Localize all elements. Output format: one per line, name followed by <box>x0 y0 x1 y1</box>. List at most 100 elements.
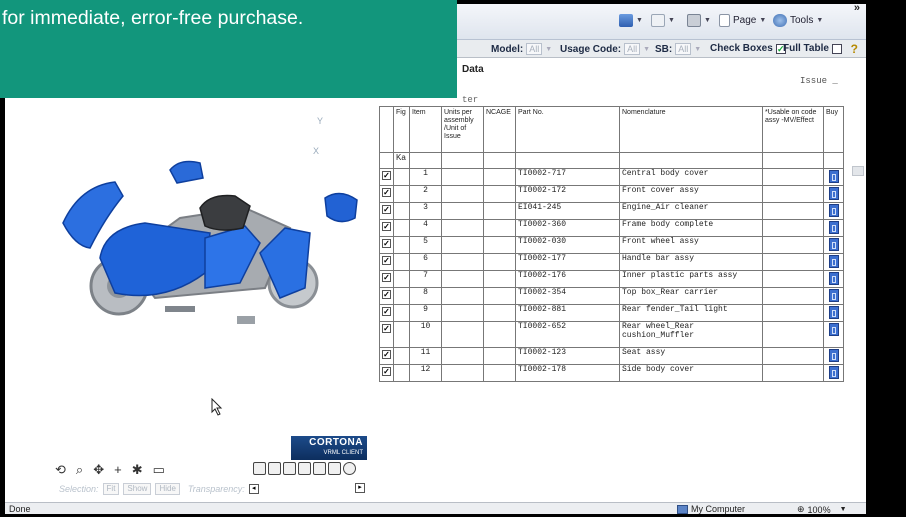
view-bottom-icon[interactable] <box>328 462 341 475</box>
full-table-checkbox[interactable] <box>831 43 842 54</box>
fig-cell <box>393 185 410 203</box>
toolbar-overflow-chevron[interactable]: » <box>854 4 860 14</box>
table-row[interactable]: ✓ 6 TI0002-177 Handle bar assy <box>379 253 844 271</box>
row-checkbox: ✓ <box>379 304 394 322</box>
fit-button[interactable]: Fit <box>102 483 120 495</box>
transparency-slider-right[interactable]: ▸ <box>355 483 365 493</box>
buy-button[interactable] <box>828 349 839 362</box>
buy-button[interactable] <box>828 272 839 285</box>
tools-menu-label: Tools <box>790 15 814 26</box>
row-checkbox-box[interactable]: ✓ <box>382 222 391 231</box>
buy-cell <box>823 219 844 237</box>
caption-banner: for immediate, error-free purchase. <box>0 0 457 98</box>
ncage-cell <box>483 236 516 254</box>
zoom-icon: ⊕ <box>797 504 805 514</box>
table-row[interactable]: ✓ 7 TI0002-176 Inner plastic parts assy <box>379 270 844 288</box>
hide-button[interactable]: Hide <box>155 483 180 495</box>
help-icon[interactable]: ? <box>851 42 858 56</box>
view-right-icon[interactable] <box>298 462 311 475</box>
view-back-icon[interactable] <box>268 462 281 475</box>
row-checkbox-box[interactable]: ✓ <box>382 188 391 197</box>
row-checkbox-box[interactable]: ✓ <box>382 367 391 376</box>
buy-button[interactable] <box>828 204 839 217</box>
buy-button[interactable] <box>828 323 839 336</box>
zoom-control[interactable]: ⊕ 100% ▼ <box>797 504 847 514</box>
show-button[interactable]: Show <box>123 483 152 495</box>
study-icon[interactable]: ✱ <box>132 463 143 477</box>
handle-bar[interactable] <box>324 192 358 223</box>
tools-menu[interactable]: Tools ▼ <box>773 14 823 27</box>
buy-button[interactable] <box>828 366 839 379</box>
buy-button[interactable] <box>828 170 839 183</box>
table-row[interactable]: ✓ 1 TI0002-717 Central body cover <box>379 168 844 186</box>
fit-view-icon[interactable]: ▭ <box>153 463 165 477</box>
row-checkbox-box[interactable]: ✓ <box>382 350 391 359</box>
ncage-cell <box>483 253 516 271</box>
table-row[interactable]: ✓ 3 EI041-245 Engine_Air cleaner <box>379 202 844 220</box>
buy-cell <box>823 202 844 220</box>
view-top-icon[interactable] <box>313 462 326 475</box>
scroll-arrow[interactable] <box>852 166 864 176</box>
print-button[interactable]: ▼ <box>687 14 711 27</box>
partno-cell: TI0002-360 <box>515 219 620 237</box>
pan-icon[interactable]: ✥ <box>93 463 104 477</box>
row-checkbox-box[interactable]: ✓ <box>382 273 391 282</box>
seat[interactable] <box>199 194 251 231</box>
engine-part[interactable] <box>165 306 195 312</box>
buy-button[interactable] <box>828 221 839 234</box>
row-checkbox: ✓ <box>379 364 394 382</box>
view-reset-icon[interactable] <box>343 462 356 475</box>
row-checkbox-box[interactable]: ✓ <box>382 324 391 333</box>
usage-code-select[interactable]: All <box>624 43 641 55</box>
item-cell: 1 <box>409 168 442 186</box>
partno-cell: TI0002-030 <box>515 236 620 254</box>
table-row[interactable]: ✓ 9 TI0002-881 Rear fender_Tail light <box>379 304 844 322</box>
navigation-toolbar: ⟲ ⌕ ✥ + ✱ ▭ <box>55 462 165 478</box>
fig-cell <box>393 287 410 305</box>
goto-icon[interactable]: + <box>114 463 122 477</box>
col-partno-header: Part No. <box>515 106 620 153</box>
vrml-3d-viewer[interactable]: Y X CORTONA VRML CLIENT ⟲ ⌕ ✥ + ✱ ▭ Sele… <box>5 58 371 496</box>
view-left-icon[interactable] <box>283 462 296 475</box>
row-checkbox-box[interactable]: ✓ <box>382 290 391 299</box>
sb-select[interactable]: All <box>675 43 692 55</box>
top-box[interactable] <box>169 160 204 184</box>
issue-label: Issue _ <box>800 76 838 86</box>
item-cell: 2 <box>409 185 442 203</box>
buy-cell <box>823 236 844 254</box>
buy-button[interactable] <box>828 255 839 268</box>
table-row[interactable]: ✓ 12 TI0002-178 Side body cover <box>379 364 844 382</box>
buy-button[interactable] <box>828 306 839 319</box>
exploded-scooter-model[interactable] <box>5 58 371 418</box>
buy-button[interactable] <box>828 289 839 302</box>
row-checkbox-box[interactable]: ✓ <box>382 239 391 248</box>
page-menu[interactable]: Page ▼ <box>719 14 766 27</box>
transparency-slider-left[interactable]: ◂ <box>248 484 259 494</box>
axis-y-label: Y <box>317 116 324 126</box>
zoom-level: 100% <box>807 504 831 515</box>
row-checkbox-box[interactable]: ✓ <box>382 171 391 180</box>
row-checkbox-box[interactable]: ✓ <box>382 256 391 265</box>
table-row[interactable]: ✓ 8 TI0002-354 Top box_Rear carrier <box>379 287 844 305</box>
table-row[interactable]: ✓ 11 TI0002-123 Seat assy <box>379 347 844 365</box>
feeds-button[interactable]: ▼ <box>651 14 675 27</box>
muffler-part[interactable] <box>237 316 255 324</box>
usable-cell <box>762 219 824 237</box>
row-checkbox-box[interactable]: ✓ <box>382 307 391 316</box>
rotate-icon[interactable]: ⟲ <box>55 463 66 477</box>
buy-button[interactable] <box>828 187 839 200</box>
units-cell <box>441 202 484 220</box>
transparency-label: Transparency: <box>187 484 245 494</box>
table-row[interactable]: ✓ 10 TI0002-652 Rear wheel_Rear cushion_Muf… <box>379 321 844 348</box>
view-front-icon[interactable] <box>253 462 266 475</box>
full-table-label: Full Table <box>783 43 829 54</box>
home-button[interactable]: ▼ <box>619 14 643 27</box>
table-row[interactable]: ✓ 4 TI0002-360 Frame body complete <box>379 219 844 237</box>
row-checkbox-box[interactable]: ✓ <box>382 205 391 214</box>
table-row[interactable]: ✓ 5 TI0002-030 Front wheel assy <box>379 236 844 254</box>
table-row[interactable]: ✓ 2 TI0002-172 Front cover assy <box>379 185 844 203</box>
buy-button[interactable] <box>828 238 839 251</box>
units-cell <box>441 168 484 186</box>
model-select[interactable]: All <box>526 43 543 55</box>
zoom-icon[interactable]: ⌕ <box>76 463 83 477</box>
